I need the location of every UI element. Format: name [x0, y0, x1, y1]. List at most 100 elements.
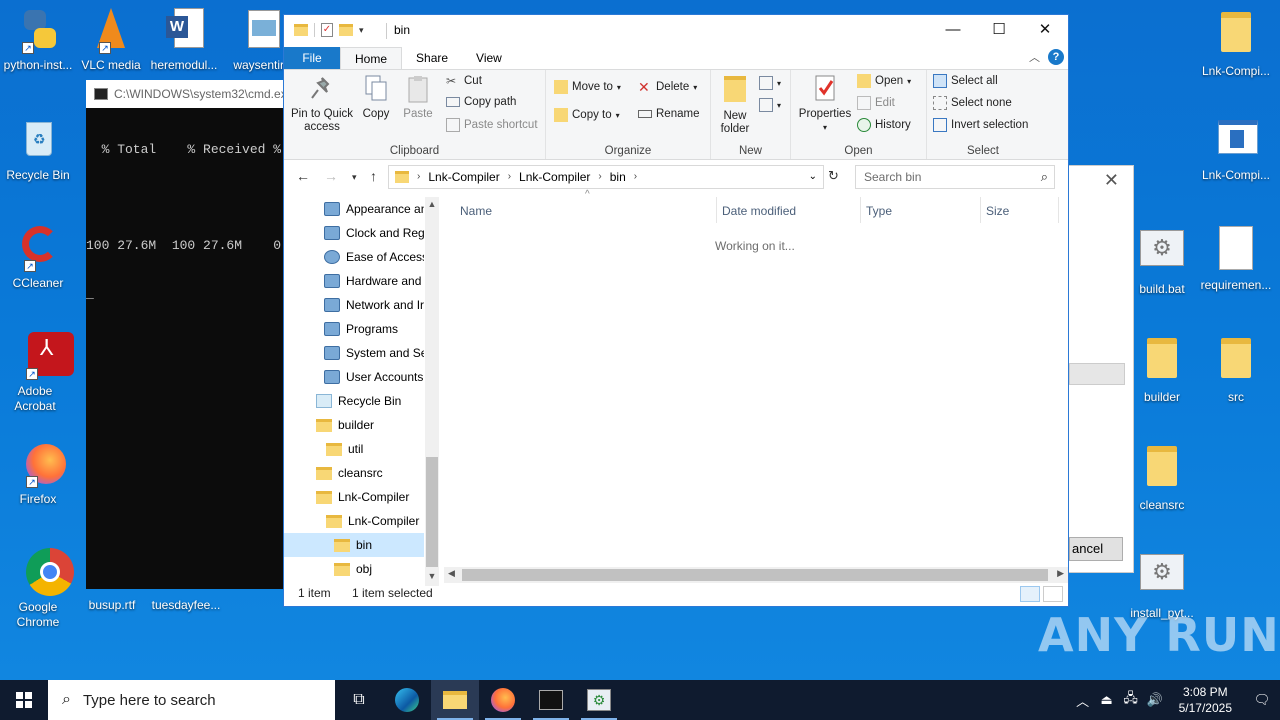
desktop-icon-builder-folder[interactable]: builder [1124, 332, 1200, 405]
desktop-icon-ccleaner[interactable]: ↗ CCleaner [0, 224, 76, 291]
copy-button[interactable]: Copy [358, 74, 394, 121]
tab-home[interactable]: Home [340, 47, 403, 69]
explorer-titlebar[interactable]: ✓ ▾ bin — ☐ ✕ [284, 15, 1068, 47]
desktop-icon-recycle-bin[interactable]: ♻ Recycle Bin [0, 116, 76, 183]
history-button[interactable]: History [857, 118, 911, 132]
new-folder-button[interactable]: New folder [715, 74, 755, 136]
properties-icon[interactable]: ✓ [321, 23, 333, 37]
desktop-icon-build-bat[interactable]: ⚙ build.bat [1124, 224, 1200, 297]
nav-item-system-security[interactable]: System and Sec [284, 341, 424, 365]
close-icon[interactable]: ✕ [1104, 170, 1119, 191]
address-dropdown-chevron-icon[interactable]: ⌄ [809, 166, 817, 188]
volume-icon[interactable]: 🔊 [1143, 692, 1167, 708]
column-header-type[interactable]: Type [866, 204, 892, 218]
select-all-button[interactable]: Select all [933, 74, 998, 88]
file-explorer-window[interactable]: ✓ ▾ bin — ☐ ✕ File Home Share View ︿ ? P… [283, 14, 1069, 607]
desktop-icon-src-folder[interactable]: src [1198, 332, 1274, 405]
taskbar-lnk-compiler-button[interactable]: ⚙ [575, 680, 623, 720]
nav-item-builder[interactable]: builder [284, 413, 424, 437]
notifications-icon[interactable]: 🗨 [1244, 692, 1280, 708]
copy-path-button[interactable]: Copy path [446, 96, 516, 108]
nav-item-bin[interactable]: bin [284, 533, 424, 557]
cmd-titlebar[interactable]: C:\WINDOWS\system32\cmd.exe [86, 80, 286, 108]
nav-item-util[interactable]: util [284, 437, 424, 461]
desktop-icon-cleansrc-folder[interactable]: cleansrc [1124, 440, 1200, 513]
desktop-icon-adobe-acrobat[interactable]: ⅄ ↗ Adobe Acrobat [0, 332, 76, 414]
taskbar-cmd-button[interactable] [527, 680, 575, 720]
task-view-button[interactable]: ⧉ [335, 680, 383, 720]
show-hidden-icons-chevron-icon[interactable]: ︿ [1071, 691, 1095, 710]
delete-button[interactable]: ✕ Delete ▾ [638, 80, 697, 94]
desktop-icon-heremodul[interactable]: W heremodul... [146, 6, 222, 73]
desktop-icon-google-chrome[interactable]: Google Chrome [0, 548, 76, 630]
paste-button[interactable]: Paste [400, 74, 436, 121]
invert-selection-button[interactable]: Invert selection [933, 118, 1028, 132]
nav-item-user-accounts[interactable]: User Accounts [284, 365, 424, 389]
scroll-right-arrow-icon[interactable]: ▶ [1057, 568, 1064, 579]
new-folder-icon[interactable] [339, 24, 353, 36]
minimize-button[interactable]: — [930, 15, 976, 45]
tab-view[interactable]: View [462, 47, 516, 69]
column-divider[interactable] [980, 197, 981, 223]
nav-item-appearance[interactable]: Appearance an [284, 197, 424, 221]
nav-item-ease-of-access[interactable]: Ease of Access [284, 245, 424, 269]
desktop-icon-tuesdayfee[interactable]: tuesdayfee... [148, 590, 224, 613]
scroll-down-arrow-icon[interactable]: ▼ [425, 571, 439, 581]
forward-arrow-icon[interactable]: → [324, 168, 338, 184]
up-arrow-icon[interactable]: ↑ [370, 168, 377, 184]
column-header-date-modified[interactable]: Date modified [722, 204, 796, 218]
properties-button[interactable]: Properties ▾ [797, 74, 853, 134]
background-dialog[interactable]: ✕ ancel [1066, 165, 1134, 573]
nav-item-lnk-compiler-sub[interactable]: Lnk-Compiler [284, 509, 424, 533]
desktop-icon-python-installer[interactable]: ↗ python-inst... [0, 6, 76, 73]
breadcrumb-lnk-compiler-2[interactable]: Lnk-Compiler [519, 166, 590, 188]
breadcrumb-bin[interactable]: bin [610, 166, 626, 188]
tab-share[interactable]: Share [402, 47, 462, 69]
rename-button[interactable]: Rename [638, 108, 699, 120]
back-arrow-icon[interactable]: ← [296, 168, 310, 184]
network-icon[interactable]: 🖧 [1119, 689, 1143, 711]
taskbar-search-box[interactable]: ⌕ Type here to search [48, 680, 335, 720]
nav-item-hardware[interactable]: Hardware and [284, 269, 424, 293]
nav-item-programs[interactable]: Programs [284, 317, 424, 341]
desktop-icon-lnk-compiler-app[interactable]: Lnk-Compi... [1198, 116, 1274, 183]
breadcrumb-lnk-compiler-1[interactable]: Lnk-Compiler [428, 166, 499, 188]
open-button[interactable]: Open ▾ [857, 74, 911, 88]
taskbar-edge-button[interactable] [383, 680, 431, 720]
desktop-icon-busup-rtf[interactable]: busup.rtf [74, 590, 150, 613]
large-icons-view-icon[interactable] [1043, 586, 1063, 602]
column-divider[interactable] [716, 197, 717, 223]
taskbar-firefox-button[interactable] [479, 680, 527, 720]
nav-item-recycle-bin[interactable]: Recycle Bin [284, 389, 424, 413]
start-button[interactable] [0, 680, 48, 720]
pin-to-quick-access-button[interactable]: Pin to Quick access [290, 74, 354, 134]
search-input[interactable]: Search bin ⌕ [855, 165, 1055, 189]
desktop-icon-requirements[interactable]: requiremen... [1198, 224, 1274, 293]
desktop-icon-lnk-compiler-folder[interactable]: Lnk-Compi... [1198, 6, 1274, 79]
address-bar[interactable]: › Lnk-Compiler › Lnk-Compiler › bin › ⌄ [388, 165, 824, 189]
details-view-icon[interactable] [1020, 586, 1040, 602]
nav-item-obj[interactable]: obj [284, 557, 424, 581]
paste-shortcut-button[interactable]: Paste shortcut [446, 118, 538, 132]
refresh-icon[interactable]: ↻ [828, 168, 839, 184]
nav-item-network[interactable]: Network and Ir [284, 293, 424, 317]
navigation-pane-scrollbar[interactable]: ▲ ▼ [425, 197, 439, 586]
select-none-button[interactable]: Select none [933, 96, 1012, 110]
maximize-button[interactable]: ☐ [976, 15, 1022, 45]
nav-item-clock-region[interactable]: Clock and Regi [284, 221, 424, 245]
edit-button[interactable]: Edit [857, 96, 895, 110]
column-header-size[interactable]: Size [986, 204, 1009, 218]
recent-locations-chevron-icon[interactable]: ▾ [352, 172, 357, 183]
dialog-input-field[interactable] [1069, 363, 1125, 385]
desktop-icon-vlc[interactable]: ↗ VLC media [73, 6, 149, 73]
clock[interactable]: 3:08 PM 5/17/2025 [1167, 684, 1244, 716]
column-divider[interactable] [1058, 197, 1059, 223]
new-item-button[interactable]: ▾ [759, 76, 781, 90]
search-icon[interactable]: ⌕ [1041, 166, 1048, 188]
scroll-left-arrow-icon[interactable]: ◀ [448, 568, 455, 579]
help-icon[interactable]: ? [1048, 49, 1064, 65]
cmd-window[interactable]: C:\WINDOWS\system32\cmd.exe % Total % Re… [86, 80, 286, 589]
easy-access-button[interactable]: ▾ [759, 98, 781, 112]
cut-button[interactable]: ✂ Cut [446, 74, 482, 88]
nav-item-cleansrc[interactable]: cleansrc [284, 461, 424, 485]
